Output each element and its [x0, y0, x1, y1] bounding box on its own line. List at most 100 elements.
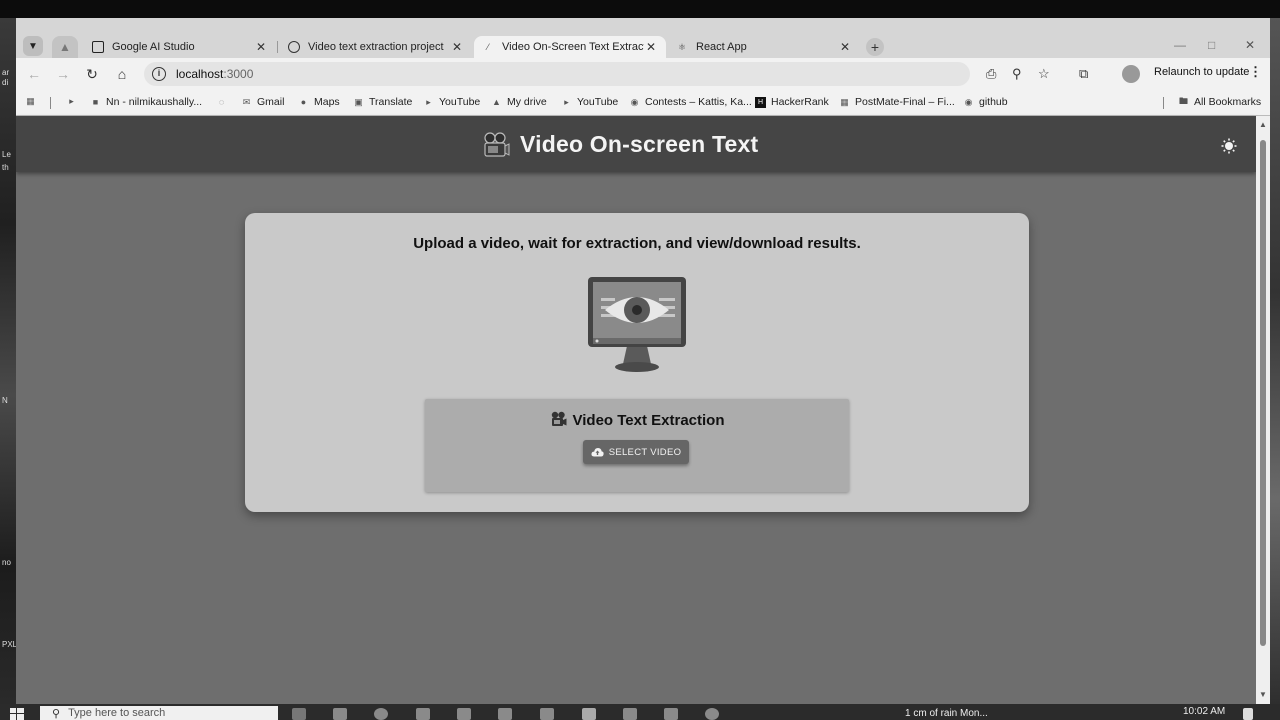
- bookmark-maps[interactable]: ● Maps: [298, 96, 340, 108]
- tab-close-icon[interactable]: ✕: [450, 40, 464, 54]
- relaunch-button[interactable]: Relaunch to update: [1154, 66, 1249, 78]
- all-bookmarks-button[interactable]: 🖿 All Bookmarks: [1178, 96, 1261, 108]
- notifications-icon[interactable]: [1243, 708, 1253, 720]
- bookmark-youtube[interactable]: ▸ YouTube: [423, 96, 480, 108]
- bookmark-youtube-2[interactable]: ▸ YouTube: [561, 96, 618, 108]
- drive-icon: ▲: [492, 97, 501, 107]
- figma-icon: ▦: [840, 96, 849, 107]
- taskbar-clock[interactable]: 10:02 AM: [1183, 706, 1225, 717]
- tab-video-text-extraction-project[interactable]: Video text extraction project ✕: [280, 36, 472, 58]
- maximize-icon[interactable]: □: [1208, 38, 1215, 52]
- tab-react-app[interactable]: ⚛ React App ✕: [668, 36, 860, 58]
- close-window-icon[interactable]: ✕: [1245, 38, 1255, 52]
- bookmark-star-icon[interactable]: ☆: [1038, 66, 1050, 82]
- profile-avatar[interactable]: [1122, 65, 1140, 83]
- monitor-eye-icon: [588, 277, 686, 372]
- windows-start-icon[interactable]: [10, 708, 24, 720]
- bookmark-label: YouTube: [577, 96, 619, 108]
- extraction-panel: Video Text Extraction SELECT VIDEO: [425, 399, 849, 492]
- globe-icon: ◌: [218, 96, 225, 107]
- github-icon: ◉: [964, 96, 973, 107]
- tab-close-icon[interactable]: ✕: [838, 40, 852, 54]
- taskbar-app-icon[interactable]: [498, 708, 512, 720]
- apps-grid-icon[interactable]: ▦: [25, 96, 41, 107]
- bookmark-label: Contests – Kattis, Ka...: [645, 96, 752, 108]
- tab-close-icon[interactable]: ✕: [254, 40, 268, 54]
- task-view-icon[interactable]: [292, 708, 306, 720]
- tab-close-icon[interactable]: ✕: [644, 40, 658, 54]
- bookmark-github[interactable]: ◉ github: [963, 96, 1008, 108]
- taskbar-search-input[interactable]: ⚲ Type here to search: [40, 706, 278, 720]
- active-app-icon[interactable]: [582, 708, 596, 720]
- bookmark-label: github: [979, 96, 1008, 108]
- taskbar-app-icon[interactable]: [623, 708, 637, 720]
- bookmark-gmail[interactable]: ✉ Gmail: [241, 96, 285, 108]
- bookmark-hackerrank[interactable]: H HackerRank: [755, 96, 829, 108]
- minimize-icon[interactable]: —: [1174, 38, 1186, 52]
- bookmark-label: Maps: [314, 96, 340, 108]
- scroll-up-arrow-icon[interactable]: ▲: [1259, 120, 1267, 129]
- home-icon[interactable]: ⌂: [113, 65, 131, 83]
- bookmark-label: Translate: [369, 96, 413, 108]
- tab-google-ai-studio[interactable]: Google AI Studio ✕: [84, 36, 276, 58]
- more-menu-icon[interactable]: ⋮: [1249, 64, 1262, 80]
- file-explorer-icon[interactable]: [416, 708, 430, 720]
- bookmark-nilmikaushally[interactable]: ■ Nn - nilmikaushally...: [90, 96, 202, 108]
- desktop-text-fragment: no: [2, 558, 11, 567]
- reload-icon[interactable]: ↻: [83, 65, 101, 83]
- taskbar-app-icon[interactable]: [705, 708, 719, 720]
- bookmark-folder-play-icon[interactable]: ▸: [66, 96, 82, 107]
- zoom-icon[interactable]: ⚲: [1012, 66, 1022, 82]
- bookmarks-bar: ▦ ▸ ■ Nn - nilmikaushally... ◌ ✉ Gmail ● Ma…: [16, 90, 1270, 116]
- site-info-icon[interactable]: i: [152, 67, 166, 81]
- app-header: Video On-screen Text: [16, 116, 1256, 172]
- select-video-button[interactable]: SELECT VIDEO: [583, 440, 689, 464]
- desktop-text-fragment: di: [2, 78, 9, 87]
- calculator-icon[interactable]: [540, 708, 554, 720]
- bookmark-kattis[interactable]: ◉ Contests – Kattis, Ka...: [629, 96, 752, 108]
- weather-text: 1 cm of rain Mon...: [905, 708, 988, 719]
- card-instructions: Upload a video, wait for extraction, and…: [413, 235, 861, 252]
- bookmark-postmate[interactable]: ▦ PostMate-Final – Fi...: [839, 96, 955, 108]
- install-app-icon[interactable]: ⎙: [986, 66, 996, 82]
- desktop-text-fragment: th: [2, 163, 9, 172]
- pinned-tab-icon[interactable]: ▲: [52, 36, 78, 58]
- tab-search-chevron-icon[interactable]: ▼: [23, 36, 43, 56]
- desktop-wallpaper-right: [1270, 18, 1280, 704]
- tab-title: Video text extraction project: [308, 41, 444, 53]
- upload-card: Upload a video, wait for extraction, and…: [245, 213, 1029, 512]
- bookmark-translate[interactable]: ▣ Translate: [353, 96, 412, 108]
- scroll-down-arrow-icon[interactable]: ▼: [1259, 690, 1267, 699]
- bookmark-my-drive[interactable]: ▲ My drive: [491, 96, 547, 108]
- taskbar-app-icon[interactable]: [457, 708, 471, 720]
- bookmark-divider: [50, 97, 51, 109]
- weather-widget[interactable]: 1 cm of rain Mon...: [905, 708, 988, 719]
- screen-top-edge: [0, 0, 1280, 18]
- url-port: :3000: [223, 67, 254, 81]
- tab-divider: [277, 41, 278, 53]
- select-video-label: SELECT VIDEO: [608, 446, 682, 458]
- film-projector-icon: [551, 411, 566, 426]
- desktop-text-fragment: Le: [2, 150, 11, 159]
- screen: ar di Le th N no PXL ▼ ▲ Google AI Studi…: [0, 0, 1280, 720]
- bookmark-divider: [1163, 97, 1164, 109]
- new-tab-button[interactable]: +: [866, 38, 884, 56]
- tab-title: Google AI Studio: [112, 41, 195, 53]
- extensions-puzzle-icon[interactable]: ⧉: [1079, 66, 1088, 82]
- address-bar[interactable]: i localhost :3000: [144, 62, 970, 86]
- chrome-taskbar-icon[interactable]: [374, 708, 388, 720]
- search-icon: ⚲: [52, 707, 61, 720]
- forward-arrow-icon[interactable]: →: [54, 65, 72, 83]
- hackerrank-icon: H: [755, 96, 766, 108]
- taskbar-app-icon[interactable]: [333, 708, 347, 720]
- tab-video-on-screen-text-extraction[interactable]: ⁄ Video On-Screen Text Extraction ✕: [474, 36, 666, 58]
- maps-pin-icon: ●: [300, 97, 307, 107]
- scrollbar-thumb[interactable]: [1260, 140, 1266, 646]
- feather-favicon-icon: ⁄: [487, 42, 489, 52]
- theme-toggle-sun-icon[interactable]: [1221, 138, 1237, 154]
- page-scrollbar[interactable]: ▲ ▼: [1256, 116, 1270, 704]
- back-arrow-icon[interactable]: ←: [25, 65, 43, 83]
- bookmark-globe[interactable]: ◌: [216, 96, 232, 107]
- bookmark-label: PostMate-Final – Fi...: [855, 96, 955, 108]
- vscode-icon[interactable]: [664, 708, 678, 720]
